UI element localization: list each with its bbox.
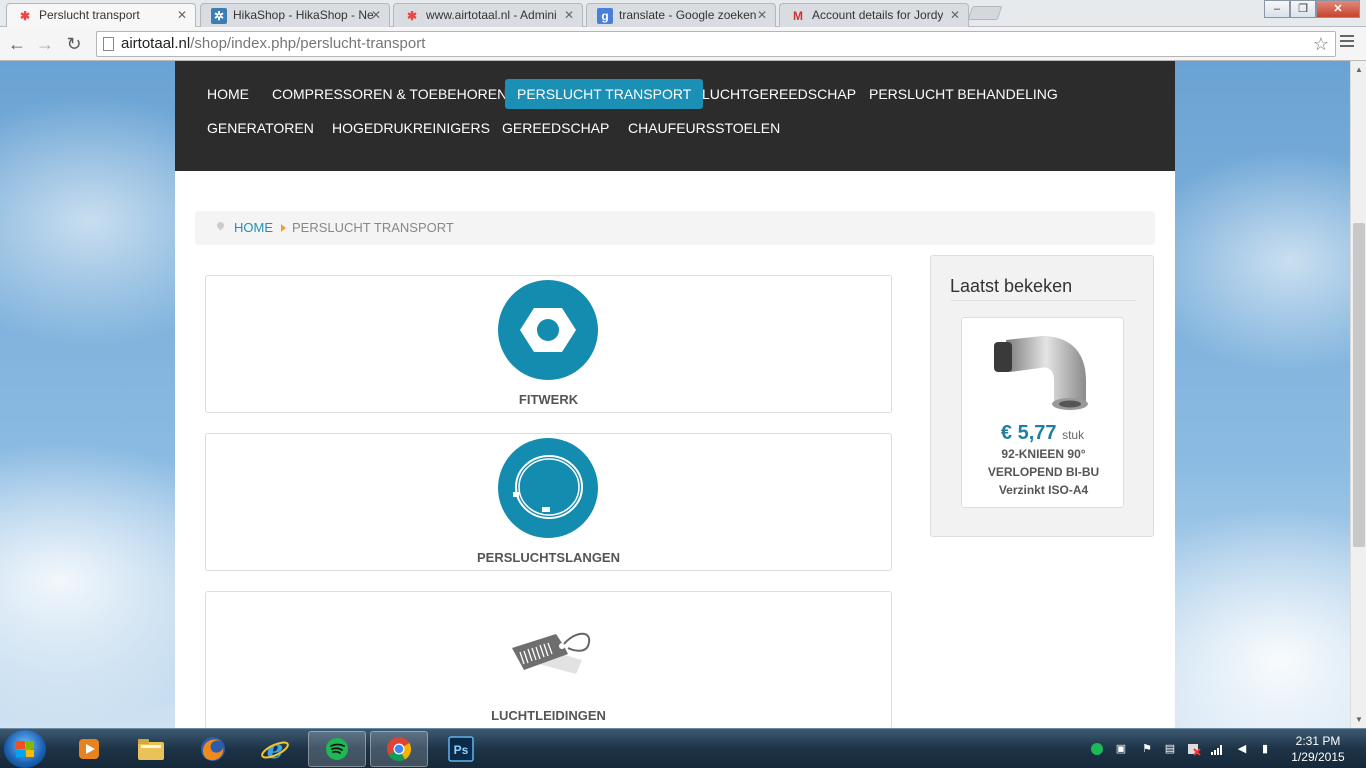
url-path: /shop/index.php/perslucht-transport bbox=[190, 35, 426, 52]
breadcrumb: HOME PERSLUCHT TRANSPORT bbox=[195, 211, 1155, 245]
page-scrollbar[interactable]: ▲ ▼ bbox=[1350, 61, 1366, 728]
tab-google-translate[interactable]: g translate - Google zoeken ✕ bbox=[586, 3, 776, 27]
category-name[interactable]: LUCHTLEIDINGEN bbox=[206, 708, 891, 723]
gmail-icon: M bbox=[793, 9, 803, 23]
breadcrumb-home-link[interactable]: HOME bbox=[234, 211, 273, 245]
new-tab-button[interactable] bbox=[967, 6, 1003, 20]
windows-media-player-icon[interactable] bbox=[60, 731, 118, 767]
bookmark-star-icon[interactable]: ☆ bbox=[1313, 32, 1329, 56]
windows-taskbar: e Ps ▣ ⚑ ▤ ◀ ▮ 2:31 PM 1/29/2015 bbox=[0, 728, 1366, 768]
clock-time: 2:31 PM bbox=[1295, 734, 1341, 748]
spotify-icon[interactable] bbox=[308, 731, 366, 767]
nav-generatoren[interactable]: GENERATOREN bbox=[195, 113, 326, 143]
svg-text:Ps: Ps bbox=[454, 743, 469, 757]
url-host: airtotaal.nl bbox=[121, 35, 191, 52]
title-divider bbox=[950, 300, 1136, 301]
category-name[interactable]: PERSLUCHTSLANGEN bbox=[206, 550, 891, 565]
joomla-icon: ✱ bbox=[19, 9, 31, 23]
product-name[interactable]: 92-KNIEEN 90° VERLOPEND BI-BU Verzinkt I… bbox=[970, 445, 1117, 499]
main-navigation: HOME COMPRESSOREN & TOEBEHOREN PERSLUCHT… bbox=[175, 61, 1175, 171]
browser-toolbar: ← → ↻ airtotaal.nl/shop/index.php/perslu… bbox=[0, 27, 1366, 61]
hex-nut-icon bbox=[498, 280, 598, 380]
recently-viewed-module: Laatst bekeken € 5,77 stuk 92-KNIEEN 90°… bbox=[930, 255, 1154, 537]
tab-label: Account details for Jordy bbox=[812, 8, 944, 22]
maximize-button[interactable]: ❐ bbox=[1290, 0, 1316, 18]
window-controls: – ❐ ✕ bbox=[1264, 0, 1360, 18]
minimize-button[interactable]: – bbox=[1264, 0, 1290, 18]
close-icon[interactable]: ✕ bbox=[371, 8, 381, 22]
tab-label: translate - Google zoeken bbox=[619, 8, 757, 22]
monitor-tray-icon[interactable]: ▤ bbox=[1163, 742, 1177, 756]
close-icon[interactable]: ✕ bbox=[757, 8, 767, 22]
price-unit: stuk bbox=[1062, 428, 1085, 442]
app-tray-icon[interactable]: ▣ bbox=[1114, 742, 1128, 756]
google-icon: g bbox=[597, 8, 613, 24]
scrollbar-thumb[interactable] bbox=[1353, 223, 1365, 547]
nav-hogedrukreinigers[interactable]: HOGEDRUKREINIGERS bbox=[320, 113, 502, 143]
network-tray-icon[interactable]: ⚑ bbox=[1140, 742, 1154, 756]
close-icon[interactable]: ✕ bbox=[564, 8, 574, 22]
category-luchtleidingen[interactable]: LUCHTLEIDINGEN bbox=[205, 591, 892, 728]
firefox-icon[interactable] bbox=[184, 731, 242, 767]
tab-gmail[interactable]: M Account details for Jordy ✕ bbox=[779, 3, 969, 27]
tab-strip: ✱ Perslucht transport ✕ ✲ HikaShop - Hik… bbox=[0, 0, 1366, 28]
forward-arrow-icon[interactable]: → bbox=[34, 33, 56, 55]
nav-chaufeursstoelen[interactable]: CHAUFEURSSTOELEN bbox=[616, 113, 792, 143]
close-icon[interactable]: ✕ bbox=[950, 8, 960, 22]
page-icon bbox=[103, 37, 114, 51]
breadcrumb-separator-icon bbox=[281, 224, 286, 232]
battery-icon[interactable]: ▮ bbox=[1258, 742, 1272, 756]
tab-label: www.airtotaal.nl - Admini bbox=[426, 8, 557, 22]
action-center-icon[interactable] bbox=[1187, 742, 1201, 756]
site-container: HOME COMPRESSOREN & TOEBEHOREN PERSLUCHT… bbox=[175, 61, 1175, 728]
wifi-signal-icon[interactable] bbox=[1210, 742, 1224, 756]
system-clock[interactable]: 2:31 PM 1/29/2015 bbox=[1283, 733, 1353, 765]
product-card[interactable]: € 5,77 stuk 92-KNIEEN 90° VERLOPEND BI-B… bbox=[961, 317, 1124, 508]
scroll-up-icon[interactable]: ▲ bbox=[1355, 65, 1363, 74]
joomla-icon: ✱ bbox=[406, 9, 418, 23]
hose-icon bbox=[498, 438, 598, 538]
tab-hikashop[interactable]: ✲ HikaShop - HikaShop - Ne ✕ bbox=[200, 3, 390, 27]
galvanized-elbow-fitting-image[interactable] bbox=[990, 330, 1094, 412]
breadcrumb-current: PERSLUCHT TRANSPORT bbox=[292, 220, 454, 235]
nav-home[interactable]: HOME bbox=[195, 79, 261, 109]
photoshop-icon[interactable]: Ps bbox=[432, 731, 490, 767]
back-arrow-icon[interactable]: ← bbox=[6, 33, 28, 55]
nav-compressoren[interactable]: COMPRESSOREN & TOEBEHOREN bbox=[260, 79, 519, 109]
price-value: € 5,77 bbox=[1000, 422, 1057, 444]
price-tag-icon bbox=[506, 620, 596, 680]
start-button[interactable] bbox=[4, 730, 46, 768]
scroll-down-icon[interactable]: ▼ bbox=[1355, 715, 1363, 724]
category-fitwerk[interactable]: FITWERK bbox=[205, 275, 892, 413]
svg-text:e: e bbox=[267, 735, 284, 763]
nav-perslucht-behandeling[interactable]: PERSLUCHT BEHANDELING bbox=[857, 79, 1070, 109]
spotify-tray-icon[interactable] bbox=[1090, 742, 1104, 756]
tab-label: HikaShop - HikaShop - Ne bbox=[233, 8, 374, 22]
location-pin-icon bbox=[215, 220, 226, 231]
hikashop-icon: ✲ bbox=[211, 8, 227, 24]
product-price: € 5,77 stuk bbox=[962, 422, 1123, 445]
nav-luchtgereedschap[interactable]: LUCHTGEREEDSCHAP bbox=[690, 79, 868, 109]
tab-label: Perslucht transport bbox=[39, 8, 140, 22]
module-title: Laatst bekeken bbox=[950, 276, 1073, 296]
chrome-menu-icon[interactable] bbox=[1340, 35, 1354, 50]
windows-logo-icon bbox=[16, 741, 34, 757]
internet-explorer-icon[interactable]: e bbox=[246, 731, 304, 767]
category-persluchtslangen[interactable]: PERSLUCHTSLANGEN bbox=[205, 433, 892, 571]
window-close-button[interactable]: ✕ bbox=[1316, 0, 1360, 18]
nav-perslucht-transport[interactable]: PERSLUCHT TRANSPORT bbox=[505, 79, 704, 109]
volume-icon[interactable]: ◀ bbox=[1235, 742, 1249, 756]
nav-gereedschap[interactable]: GEREEDSCHAP bbox=[490, 113, 621, 143]
category-name[interactable]: FITWERK bbox=[206, 392, 891, 407]
tab-perslucht-transport[interactable]: ✱ Perslucht transport ✕ bbox=[6, 3, 196, 28]
tab-airtotaal-admin[interactable]: ✱ www.airtotaal.nl - Admini ✕ bbox=[393, 3, 583, 27]
address-bar[interactable]: airtotaal.nl/shop/index.php/perslucht-tr… bbox=[96, 31, 1336, 57]
close-icon[interactable]: ✕ bbox=[177, 8, 187, 22]
clock-date: 1/29/2015 bbox=[1291, 750, 1345, 764]
page-viewport: HOME COMPRESSOREN & TOEBEHOREN PERSLUCHT… bbox=[0, 61, 1350, 728]
file-explorer-icon[interactable] bbox=[122, 731, 180, 767]
chrome-icon[interactable] bbox=[370, 731, 428, 767]
reload-icon[interactable]: ↻ bbox=[63, 33, 85, 55]
